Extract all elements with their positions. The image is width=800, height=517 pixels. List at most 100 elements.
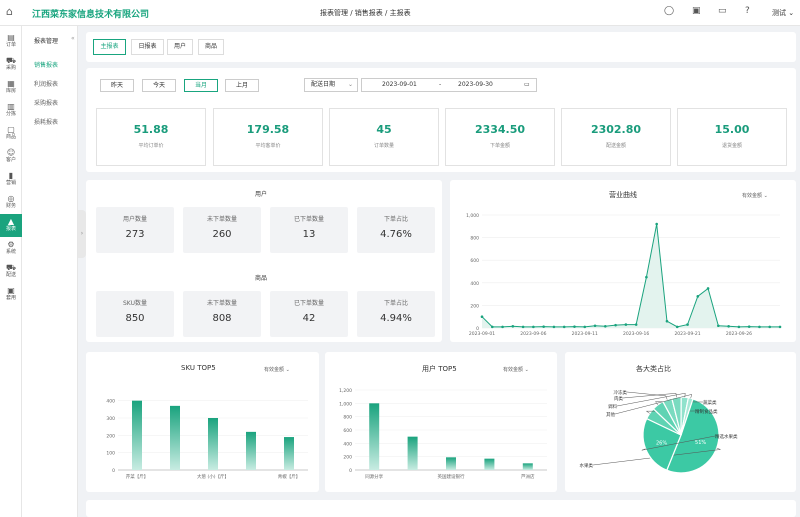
revenue-series-line — [481, 223, 780, 328]
tab-users[interactable]: 用户 — [167, 39, 193, 55]
y-tick-label: 1,000 — [339, 401, 352, 407]
order-icon: ▤ — [7, 33, 15, 42]
bar[interactable] — [522, 463, 533, 470]
data-point — [696, 295, 700, 298]
help-icon[interactable]: ? — [745, 6, 750, 16]
sidebar-item-apply[interactable]: ▣ 套用 — [0, 283, 22, 306]
collapse-icon[interactable]: « — [71, 35, 75, 42]
data-point — [552, 325, 556, 329]
this-month-button[interactable]: 当月 — [184, 79, 218, 92]
subnav-item-loss[interactable]: 损耗报表 — [34, 117, 58, 126]
sidebar-item-system[interactable]: ⚙ 系统 — [0, 237, 22, 260]
user-metric: 下单占比 4.76% — [357, 207, 435, 253]
stat-label: 下单金额 — [489, 143, 510, 149]
marketing-icon: ▮ — [8, 171, 14, 180]
yesterday-button[interactable]: 昨天 — [100, 79, 134, 92]
sidebar-item-delivery[interactable]: ⛟ 配送 — [0, 260, 22, 283]
bar[interactable] — [446, 457, 456, 470]
sidebar-item-label: 采购 — [5, 65, 16, 71]
x-tick-label: 2023-09-01 — [469, 331, 495, 337]
metric-label: 未下单数量 — [206, 300, 237, 307]
leader-line — [622, 393, 677, 399]
y-tick-label: 200 — [106, 433, 115, 439]
y-tick-label: 800 — [470, 236, 479, 242]
bar[interactable] — [246, 431, 256, 470]
finance-icon: ◎ — [7, 194, 15, 203]
metric-value: 4.94% — [380, 313, 412, 324]
message-icon[interactable]: ▭ — [718, 6, 727, 16]
metric-label: 已下单数量 — [293, 216, 324, 223]
data-point — [542, 325, 545, 328]
bar[interactable] — [369, 403, 380, 470]
bar[interactable] — [208, 418, 218, 470]
sidebar: ▤ 订单 ⛟ 采购 ▦ 库房 ▥ 分拣 ▢ 商品 ☺ 客户 ▮ 营销 ◎ 财务 ▲ 报表 ⚙ 系统 ⛟ 配送 ▣ 套用 — [0, 26, 22, 517]
x-tick-label: 2023-09-21 — [674, 331, 700, 337]
stat-avg-customer-price: 179.58 平均客单价 — [213, 108, 323, 166]
stat-value: 2334.50 — [474, 123, 526, 136]
data-point — [573, 325, 576, 328]
stat-delivery-amount: 2302.80 配送金额 — [561, 108, 671, 166]
home-icon[interactable]: ⌂ — [6, 5, 13, 18]
panel-toggle-handle[interactable]: › — [78, 210, 86, 258]
sidebar-item-label: 分拣 — [5, 111, 16, 117]
chevron-down-icon: ⌄ — [347, 81, 353, 88]
tab-main-report[interactable]: 主报表 — [93, 39, 126, 55]
y-tick-label: 300 — [106, 416, 115, 422]
sidebar-item-label: 系统 — [5, 249, 16, 255]
y-tick-label: 200 — [470, 303, 479, 309]
date-type-select[interactable]: 配送日期 ⌄ — [304, 78, 358, 92]
sidebar-item-sort[interactable]: ▥ 分拣 — [0, 99, 22, 122]
date-range-picker[interactable]: 2023-09-01 - 2023-09-30 ▭ — [361, 78, 537, 92]
sidebar-item-box[interactable]: ▢ 商品 — [0, 122, 22, 145]
stat-label: 订单数量 — [373, 143, 394, 149]
y-tick-label: 0 — [112, 468, 115, 474]
goods-section-title: 商品 — [255, 275, 268, 282]
sidebar-item-finance[interactable]: ◎ 财务 — [0, 191, 22, 214]
sidebar-item-marketing[interactable]: ▮ 营销 — [0, 168, 22, 191]
sidebar-item-order[interactable]: ▤ 订单 — [0, 30, 22, 53]
bar[interactable] — [284, 437, 294, 470]
tab-goods[interactable]: 商品 — [198, 39, 224, 55]
data-point — [624, 323, 628, 326]
user-metric: 未下单数量 260 — [183, 207, 261, 253]
stat-value: 2302.80 — [590, 123, 642, 136]
subnav-item-profit[interactable]: 利润报表 — [34, 79, 58, 88]
apply-icon: ▣ — [7, 286, 15, 295]
subnav-item-sales[interactable]: 销售报表 — [34, 60, 58, 69]
data-point — [521, 325, 525, 329]
metric-value: 4.76% — [380, 229, 412, 240]
data-point — [532, 325, 535, 329]
sidebar-item-customer[interactable]: ☺ 客户 — [0, 145, 22, 168]
bar[interactable] — [407, 436, 418, 470]
y-tick-label: 800 — [343, 415, 352, 421]
subnav-item-purchase[interactable]: 采购报表 — [34, 98, 58, 107]
slice-label: 水果类 — [580, 462, 594, 469]
sidebar-item-label: 客户 — [5, 157, 16, 163]
y-tick-label: 200 — [343, 455, 352, 461]
bar[interactable] — [132, 400, 142, 470]
refresh-icon[interactable]: ◯ — [664, 6, 674, 16]
tab-daily-report[interactable]: 日报表 — [131, 39, 164, 55]
data-point — [686, 323, 689, 326]
bar[interactable] — [170, 405, 180, 470]
system-icon: ⚙ — [7, 240, 15, 249]
today-button[interactable]: 今天 — [142, 79, 176, 92]
x-tick-label: 大葱 (小)【斤】 — [197, 473, 229, 480]
sidebar-item-report[interactable]: ▲ 报表 — [0, 214, 22, 237]
calendar-icon: ▭ — [524, 81, 530, 88]
metric-label: 下单占比 — [383, 300, 408, 307]
data-point — [634, 323, 638, 326]
stat-value: 45 — [376, 123, 392, 136]
sidebar-item-cart[interactable]: ⛟ 采购 — [0, 53, 22, 76]
y-tick-label: 100 — [106, 451, 115, 457]
data-point — [604, 325, 607, 328]
bar[interactable] — [484, 458, 495, 470]
metric-label: 用户数量 — [122, 216, 147, 223]
screenshot-icon[interactable]: ▣ — [692, 6, 701, 16]
slice-label: 冷冻类 — [614, 389, 628, 396]
user-menu[interactable]: 测试 ⌄ — [772, 8, 794, 18]
sidebar-item-label: 套用 — [5, 295, 16, 301]
x-tick-label: 英国建设银行 — [438, 473, 465, 480]
sidebar-item-warehouse[interactable]: ▦ 库房 — [0, 76, 22, 99]
last-month-button[interactable]: 上月 — [225, 79, 259, 92]
